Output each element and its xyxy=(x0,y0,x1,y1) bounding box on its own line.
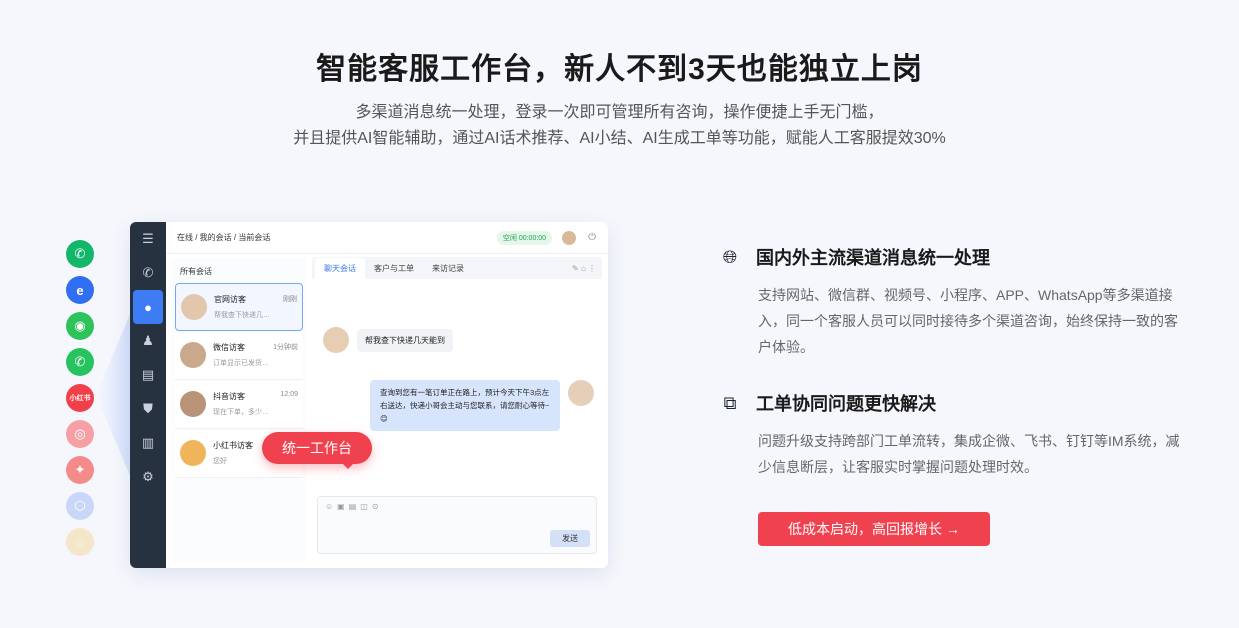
wechat-icon: ◉ xyxy=(66,312,94,340)
hero-subtitle-line1: 多渠道消息统一处理，登录一次即可管理所有咨询，操作便捷上手无门槛， xyxy=(355,104,884,121)
conv-time: 刚刚 xyxy=(283,296,297,303)
xiaohongshu-icon: 小红书 xyxy=(66,384,94,412)
app-topbar: 在线 / 我的会话 / 当前会话 空闲 00:00:00 ⏻ xyxy=(166,222,608,254)
list-item[interactable]: 微信访客 1分钟前 订单显示已发货… xyxy=(175,332,303,380)
feature-title: 国内外主流渠道消息统一处理 xyxy=(756,248,990,268)
rail-settings-icon[interactable]: ⚙ xyxy=(130,460,166,494)
whatsapp-icon: ✆ xyxy=(66,348,94,376)
power-icon[interactable]: ⏻ xyxy=(588,232,596,243)
left-rail: ☰ ✆ ● ♟ ▤ ⛊ ▥ ⚙ xyxy=(130,222,166,568)
rail-stats-icon[interactable]: ▥ xyxy=(130,426,166,460)
conv-time: 12:09 xyxy=(280,391,298,398)
visitor-avatar xyxy=(323,327,349,353)
globe-icon: 🌐︎ xyxy=(722,246,738,267)
feature-channels: 🌐︎ 国内外主流渠道消息统一处理 支持网站、微信群、视频号、小程序、APP、Wh… xyxy=(718,244,1188,360)
unified-workbench-badge: 统一工作台 xyxy=(262,432,372,469)
outgoing-message: 查询到您有一笔订单正在路上，预计今天下午3点左右送达，快递小哥会主动与您联系，请… xyxy=(370,380,594,431)
composer-toolbar-icons[interactable]: ☺▣▤◫⊙ xyxy=(318,497,596,516)
ticket-chart-icon: ⧉ xyxy=(723,392,737,413)
conv-time: 1分钟前 xyxy=(273,344,298,351)
tab-chat[interactable]: 聊天会话 xyxy=(315,258,365,279)
list-title: 所有会话 xyxy=(180,267,212,276)
rail-shield-icon[interactable]: ⛊ xyxy=(130,392,166,426)
visitor-avatar xyxy=(181,294,207,320)
chat-tabs: 聊天会话 客户与工单 来访记录 ✎ ⌂ ⋮ xyxy=(312,257,602,279)
feature-tickets: ⧉ 工单协同问题更快解决 问题升级支持跨部门工单流转，集成企微、飞书、钉钉等IM… xyxy=(718,390,1188,480)
hero-title: 智能客服工作台，新人不到3天也能独立上岗 xyxy=(316,53,923,86)
hero-subtitle-line2: 并且提供AI智能辅助，通过AI话术推荐、AI小结、AI生成工单等功能，赋能人工客… xyxy=(293,130,946,147)
conv-preview: 帮我查下快递几… xyxy=(214,312,270,319)
cta-button[interactable]: 低成本启动，高回报增长 → xyxy=(758,512,990,546)
tab-tools-icon[interactable]: ✎ ⌂ ⋮ xyxy=(566,264,602,279)
conv-name: 小红书访客 xyxy=(213,441,253,450)
cube-icon: ⬡ xyxy=(66,492,94,520)
list-item[interactable]: 抖音访客 12:09 现在下单，多少… xyxy=(175,381,303,429)
bird-icon: ✦ xyxy=(66,456,94,484)
visitor-avatar xyxy=(180,342,206,368)
ie-browser-icon: e xyxy=(66,276,94,304)
avatar[interactable] xyxy=(562,230,577,245)
faded-channel-icon: ◌ xyxy=(66,528,94,556)
conv-preview: 订单显示已发货… xyxy=(213,360,269,367)
conversation-list: 所有会话 官网访客 刚刚 帮我查下快递几… 微信访客 1分钟前 订单显示已发货… 抖… xyxy=(172,258,306,562)
conv-name: 抖音访客 xyxy=(213,392,245,401)
list-item[interactable]: 官网访客 刚刚 帮我查下快递几… xyxy=(175,283,303,331)
send-button[interactable]: 发送 xyxy=(550,530,590,547)
rail-user-icon[interactable]: ♟ xyxy=(130,324,166,358)
conv-name: 官网访客 xyxy=(214,295,246,304)
agent-avatar xyxy=(568,380,594,406)
feature-title: 工单协同问题更快解决 xyxy=(756,394,936,414)
tab-visit-record[interactable]: 来访记录 xyxy=(423,263,473,279)
breadcrumb: 在线 / 我的会话 / 当前会话 xyxy=(177,233,271,242)
visitor-avatar xyxy=(180,391,206,417)
menu-icon[interactable]: ☰ xyxy=(130,222,166,256)
status-badge[interactable]: 空闲 00:00:00 xyxy=(496,230,553,245)
app-window-mockup: ☰ ✆ ● ♟ ▤ ⛊ ▥ ⚙ 在线 / 我的会话 / 当前会话 空闲 00:0… xyxy=(130,222,608,568)
rail-chat-icon[interactable]: ● xyxy=(133,290,163,324)
chat-panel: 聊天会话 客户与工单 来访记录 ✎ ⌂ ⋮ 帮我查下快递几天能到 查询到您有一笔… xyxy=(312,254,602,568)
incoming-message: 帮我查下快递几天能到 xyxy=(323,327,453,353)
instagram-icon: ◎ xyxy=(66,420,94,448)
feature-desc: 问题升级支持跨部门工单流转，集成企微、飞书、钉钉等IM系统，减少信息断层，让客服… xyxy=(758,433,1180,475)
conv-preview: 现在下单，多少… xyxy=(213,409,269,416)
feature-desc: 支持网站、微信群、视频号、小程序、APP、WhatsApp等多渠道接入，同一个客… xyxy=(758,287,1178,355)
rail-phone-icon[interactable]: ✆ xyxy=(130,256,166,290)
outgoing-bubble: 查询到您有一笔订单正在路上，预计今天下午3点左右送达，快递小哥会主动与您联系，请… xyxy=(370,380,560,431)
hero-subtitle: 多渠道消息统一处理，登录一次即可管理所有咨询，操作便捷上手无门槛， 并且提供AI… xyxy=(0,100,1239,152)
conv-name: 微信访客 xyxy=(213,343,245,352)
tab-customer-ticket[interactable]: 客户与工单 xyxy=(365,263,423,279)
message-composer[interactable]: ☺▣▤◫⊙ 发送 xyxy=(317,496,597,554)
phone-icon: ✆ xyxy=(66,240,94,268)
visitor-avatar xyxy=(180,440,206,466)
incoming-bubble: 帮我查下快递几天能到 xyxy=(357,328,453,352)
rail-clipboard-icon[interactable]: ▤ xyxy=(130,358,166,392)
channel-icons: ✆ e ◉ ✆ 小红书 ◎ ✦ ⬡ ◌ xyxy=(66,240,96,564)
